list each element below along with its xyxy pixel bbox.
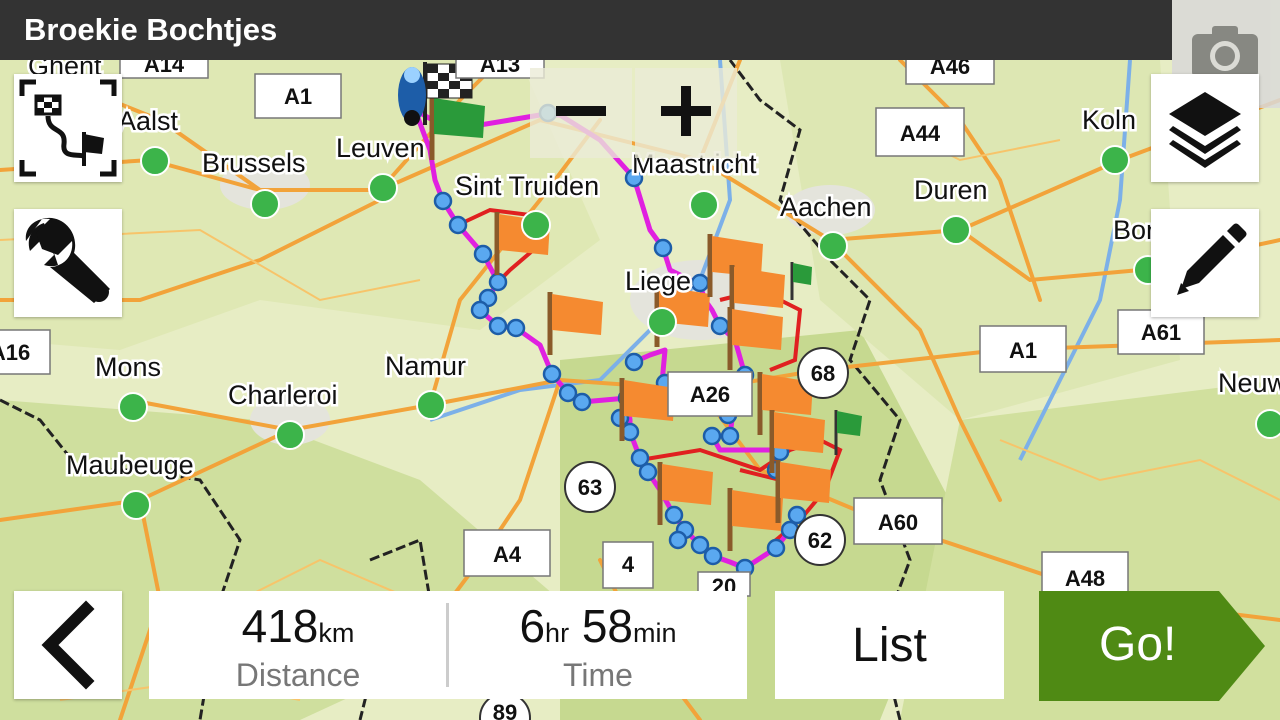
wrench-icon xyxy=(25,217,110,303)
svg-text:A48: A48 xyxy=(1065,566,1105,591)
svg-text:63: 63 xyxy=(578,475,602,500)
svg-text:A1: A1 xyxy=(1009,338,1037,363)
go-button[interactable]: Go! xyxy=(1039,591,1267,701)
city-label: Brussels xyxy=(202,148,306,178)
time-stat: 6hr 58min Time xyxy=(449,591,747,699)
layers-icon xyxy=(1169,92,1241,168)
city-label: Koln xyxy=(1082,105,1136,135)
chevron-left-icon xyxy=(41,600,95,690)
time-minutes-unit: min xyxy=(633,618,677,648)
road-shield: A4 xyxy=(463,529,551,577)
road-shield: A16 xyxy=(0,329,51,375)
city-label: Aachen xyxy=(780,192,872,222)
time-hours: 6 xyxy=(519,600,546,652)
distance-unit: km xyxy=(318,618,355,648)
route-number-shield: 63 xyxy=(564,461,616,513)
city-label: Maubeuge xyxy=(66,450,194,480)
road-shield: 4 xyxy=(602,541,654,589)
zoom-out-button[interactable] xyxy=(530,68,632,158)
title-bar: Broekie Bochtjes xyxy=(0,0,1172,60)
time-label: Time xyxy=(563,657,633,693)
road-shield: A60 xyxy=(853,497,943,545)
zoom-in-button[interactable] xyxy=(635,68,737,158)
city-label: Charleroi xyxy=(228,380,338,410)
svg-text:A26: A26 xyxy=(690,382,730,407)
svg-text:89: 89 xyxy=(493,700,517,720)
road-shield: A1 xyxy=(254,73,342,119)
svg-text:A44: A44 xyxy=(900,121,941,146)
go-button-label: Go! xyxy=(1099,618,1177,671)
layers-button[interactable] xyxy=(1151,74,1259,182)
road-shield: A44 xyxy=(875,107,965,157)
city-label: Namur xyxy=(385,351,466,381)
time-minutes: 58 xyxy=(581,600,634,652)
edit-route-button[interactable] xyxy=(1151,209,1259,317)
svg-text:A16: A16 xyxy=(0,340,30,365)
city-label: Neuw xyxy=(1218,368,1280,398)
svg-text:A1: A1 xyxy=(284,84,312,109)
city-label: Sint Truiden xyxy=(455,171,599,201)
svg-text:68: 68 xyxy=(811,361,835,386)
svg-text:A61: A61 xyxy=(1141,320,1181,345)
road-shield: A48 xyxy=(1041,551,1129,593)
svg-text:62: 62 xyxy=(808,528,832,553)
back-button[interactable] xyxy=(14,591,122,699)
city-label: Aalst xyxy=(118,106,179,136)
distance-stat: 418km Distance xyxy=(149,591,447,699)
city-label: Mons xyxy=(95,352,161,382)
svg-text:A60: A60 xyxy=(878,510,918,535)
road-shield: A26 xyxy=(667,371,753,417)
city-label: Liege xyxy=(625,266,691,296)
list-button-label: List xyxy=(852,618,927,672)
route-title: Broekie Bochtjes xyxy=(24,12,278,47)
time-hours-unit: hr xyxy=(545,618,570,648)
route-planner-icon xyxy=(19,79,117,177)
svg-text:A4: A4 xyxy=(493,542,522,567)
road-shield: A1 xyxy=(979,325,1067,373)
route-planner-button[interactable] xyxy=(14,74,122,182)
pencil-icon xyxy=(1177,223,1247,295)
distance-label: Distance xyxy=(235,657,361,693)
settings-button[interactable] xyxy=(14,209,122,317)
svg-text:4: 4 xyxy=(622,552,635,577)
route-summary-panel: 418km Distance 6hr 58min Time xyxy=(149,591,747,699)
list-button[interactable]: List xyxy=(775,591,1004,699)
minus-icon xyxy=(556,106,606,116)
city-label: Duren xyxy=(914,175,988,205)
distance-value: 418 xyxy=(241,600,319,652)
plus-icon xyxy=(661,86,711,136)
route-number-shield: 62 xyxy=(794,514,846,566)
route-number-shield: 68 xyxy=(797,347,849,399)
city-label: Leuven xyxy=(336,133,425,163)
